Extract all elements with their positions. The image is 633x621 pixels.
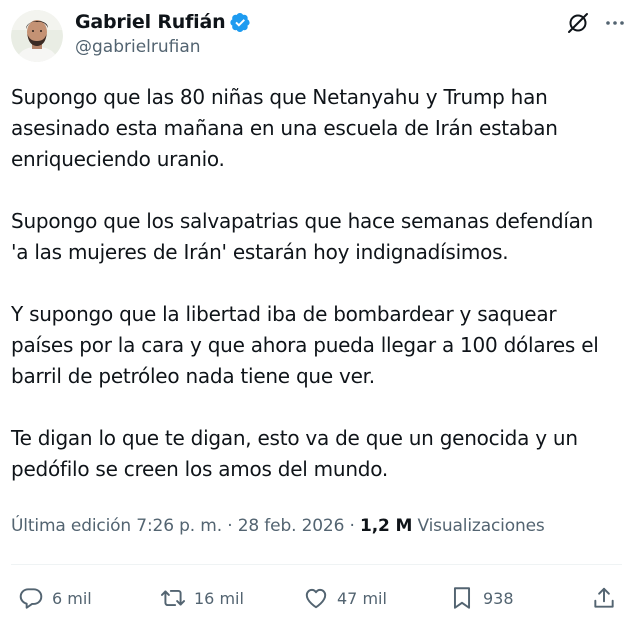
like-count: 47 mil: [337, 588, 387, 608]
bookmark-button[interactable]: 938: [449, 580, 514, 616]
tweet-paragraph: Te digan lo que te digan, esto va de que…: [11, 426, 578, 481]
divider: [11, 564, 622, 565]
author-name-row: Gabriel Rufián: [75, 9, 251, 35]
share-button[interactable]: [591, 580, 617, 616]
grok-icon[interactable]: [566, 11, 590, 35]
avatar-image: [11, 10, 63, 62]
meta-separator: ·: [221, 516, 238, 536]
reply-count: 6 mil: [52, 588, 92, 608]
retweet-count: 16 mil: [194, 588, 244, 608]
author-display-name[interactable]: Gabriel Rufián: [75, 11, 226, 33]
author-handle[interactable]: @gabrielrufian: [75, 37, 251, 57]
author-block: Gabriel Rufián @gabrielrufian: [75, 9, 251, 57]
tweet-card: Gabriel Rufián @gabrielrufian Supongo qu…: [0, 0, 633, 621]
reply-icon: [19, 588, 43, 609]
more-options-icon[interactable]: [603, 11, 627, 35]
tweet-paragraph: Supongo que los salvapatrias que hace se…: [11, 209, 594, 264]
avatar[interactable]: [11, 10, 63, 62]
meta-separator: ·: [344, 516, 361, 536]
like-button[interactable]: 47 mil: [303, 580, 387, 616]
edited-time-link[interactable]: Última edición 7:26 p. m.: [11, 516, 222, 536]
bookmark-icon: [453, 587, 471, 609]
retweet-icon: [160, 589, 186, 607]
verified-badge-icon[interactable]: [230, 12, 251, 33]
reply-button[interactable]: 6 mil: [18, 580, 92, 616]
tweet-meta: Última edición 7:26 p. m. · 28 feb. 2026…: [11, 516, 545, 536]
tweet-text: Supongo que las 80 niñas que Netanyahu y…: [11, 82, 623, 485]
share-icon: [594, 587, 614, 608]
bookmark-count: 938: [483, 588, 514, 608]
action-bar: 6 mil 16 mil 47 mil 938: [0, 580, 633, 616]
retweet-button[interactable]: 16 mil: [160, 580, 244, 616]
views-count: 1,2 M: [360, 516, 413, 536]
tweet-date[interactable]: 28 feb. 2026: [238, 516, 345, 536]
tweet-paragraph: Y supongo que la libertad iba de bombard…: [11, 302, 599, 388]
like-icon: [305, 588, 327, 609]
views-label: Visualizaciones: [417, 516, 545, 536]
tweet-paragraph: Supongo que las 80 niñas que Netanyahu y…: [11, 85, 558, 171]
